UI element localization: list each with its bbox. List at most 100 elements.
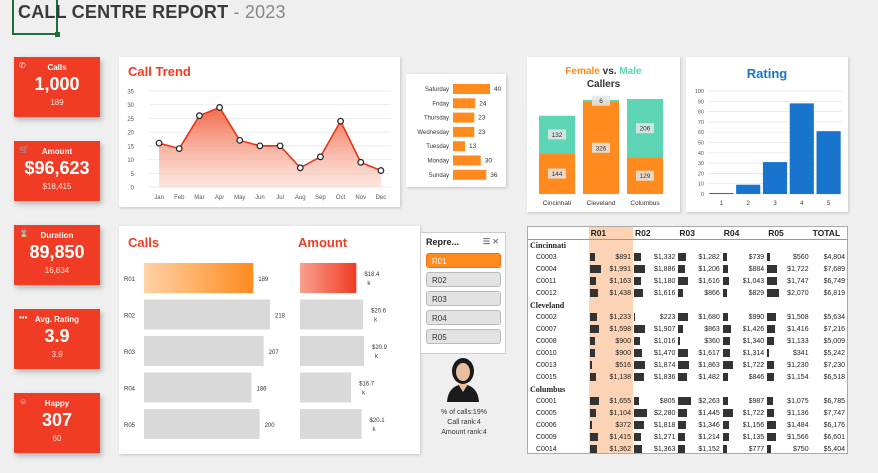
table-cell: $1,886 (633, 263, 677, 275)
table-cell: $1,214 (677, 431, 721, 443)
slicer-item-r03[interactable]: R03 (426, 291, 501, 306)
trend-point-aug (296, 164, 304, 172)
data-bar (589, 313, 597, 321)
slicer-item-r01[interactable]: R01 (426, 253, 501, 268)
slicer-item-r05[interactable]: R05 (426, 329, 501, 344)
calls-title: Calls (128, 235, 160, 250)
cell-value: $1,598 (609, 325, 631, 333)
y-tick-label: 90 (698, 99, 704, 105)
x-tick-label: Apr (215, 195, 224, 201)
table-cell: $1,136 (766, 407, 810, 419)
customer-id: C0008 (536, 337, 557, 345)
cell-value: $900 (615, 349, 631, 357)
clear-filter-icon[interactable]: ☰ ⨯ (483, 237, 499, 246)
data-bar (767, 337, 774, 345)
amount-bar-r04 (300, 372, 352, 403)
calls-bar-r04 (144, 372, 252, 403)
data-bar (589, 433, 598, 441)
cell-value: $1,680 (698, 313, 720, 321)
cell-value: $1,180 (653, 277, 676, 285)
weekday-bar-monday (453, 155, 481, 166)
kpi-value: 307 (41, 410, 73, 430)
column-header: R02 (632, 227, 678, 240)
weekday-value: 23 (478, 115, 486, 122)
y-tick-label: 30 (127, 103, 134, 109)
cell-value: $341 (793, 349, 809, 357)
data-bar (633, 433, 642, 441)
customer-id: C0015 (536, 373, 557, 381)
customer-id: C0013 (536, 361, 557, 369)
slicer-item-r02[interactable]: R02 (426, 272, 501, 287)
data-bar (678, 265, 686, 273)
rep-call-rank: Call rank:4 (447, 419, 481, 426)
cell-value: $777 (748, 445, 765, 453)
table-cell: $1,818 (633, 419, 677, 431)
table-cell: $6,176 (811, 419, 847, 431)
table-cell: $1,180 (633, 275, 677, 287)
call-trend-panel: Call Trend 0 5 10 15 20 25 30 35 Jan Feb Mar Apr May… (119, 57, 400, 207)
data-bar (767, 253, 771, 261)
slicer-item-r04[interactable]: R04 (426, 310, 501, 325)
cell-value: $2,070 (787, 289, 809, 297)
table-cell: $1,363 (633, 443, 677, 453)
table-row: C0004 $1,991 $1,886 $1,206 $884 $1,722 $7,689 (528, 263, 847, 275)
data-bar (767, 313, 776, 321)
table-cell: $1,346 (677, 419, 721, 431)
page-title: CALL CENTRE REPORT - 2023 (18, 2, 286, 22)
cell-value: $1,991 (609, 265, 631, 273)
city-row: Cincinnati (528, 239, 847, 251)
data-bar (589, 337, 595, 345)
table-cell: $360 (677, 335, 721, 347)
data-bar (633, 373, 645, 381)
data-bar (589, 325, 599, 333)
table-row: C0005 $1,104 $2,280 $1,445 $1,722 $1,136 $7,74… (528, 407, 847, 419)
weekday-bar-saturday (453, 84, 490, 94)
rep-pct: % of calls:19% (441, 409, 487, 416)
y-tick-label: 100 (695, 89, 704, 95)
y-tick-label: 40 (698, 151, 704, 157)
data-bar (633, 337, 640, 345)
table-row: C0003 $891 $1,332 $1,282 $739 $560 $4,804 (528, 251, 847, 263)
data-bar (767, 433, 777, 441)
table-cell: $223 (633, 311, 677, 323)
cell-value: $6,785 (823, 397, 845, 405)
data-bar (722, 361, 733, 369)
cell-value: $805 (659, 397, 676, 405)
amount-bar-r02 (300, 299, 364, 330)
data-bar (678, 397, 692, 405)
table-cell: $372 (588, 419, 633, 431)
table-cell: $863 (677, 323, 721, 335)
table-row: C0010 $900 $1,470 $1,617 $1,314 $341 $5,242 (528, 347, 847, 359)
data-bar (722, 253, 727, 261)
table-cell (766, 239, 810, 251)
x-tick-label: Jun (255, 195, 265, 201)
y-tick-label: 80 (698, 110, 704, 116)
cell-value: $1,206 (698, 265, 720, 273)
table-cell: $1,282 (677, 251, 721, 263)
kpi-sub: 3.9 (51, 350, 63, 359)
cell-value: $5,242 (823, 349, 845, 357)
rep-label: R05 (124, 423, 136, 429)
data-bar (722, 337, 731, 345)
male-value: 132 (552, 132, 563, 139)
cell-value: $1,566 (787, 433, 809, 441)
cell-value: $1,617 (698, 349, 720, 357)
trend-point-may (236, 136, 244, 144)
table-cell: $6,749 (811, 275, 847, 287)
cell-value: $1,722 (742, 409, 765, 417)
rep-label: R02 (124, 314, 136, 320)
data-bar (767, 409, 774, 417)
data-bar (678, 253, 686, 261)
table-cell: $4,804 (811, 251, 847, 263)
cell-value: $7,689 (823, 265, 845, 273)
amount-value: $20.1 (370, 418, 386, 424)
weekday-bar-wednesday (453, 126, 475, 137)
table-cell (766, 299, 810, 311)
data-bar (633, 409, 647, 417)
table-cell: $7,689 (811, 263, 847, 275)
weekday-label: Monday (428, 159, 449, 165)
column-header: TOTAL (810, 227, 847, 240)
table-cell (722, 383, 766, 395)
table-cell (633, 299, 677, 311)
table-cell: $341 (766, 347, 810, 359)
